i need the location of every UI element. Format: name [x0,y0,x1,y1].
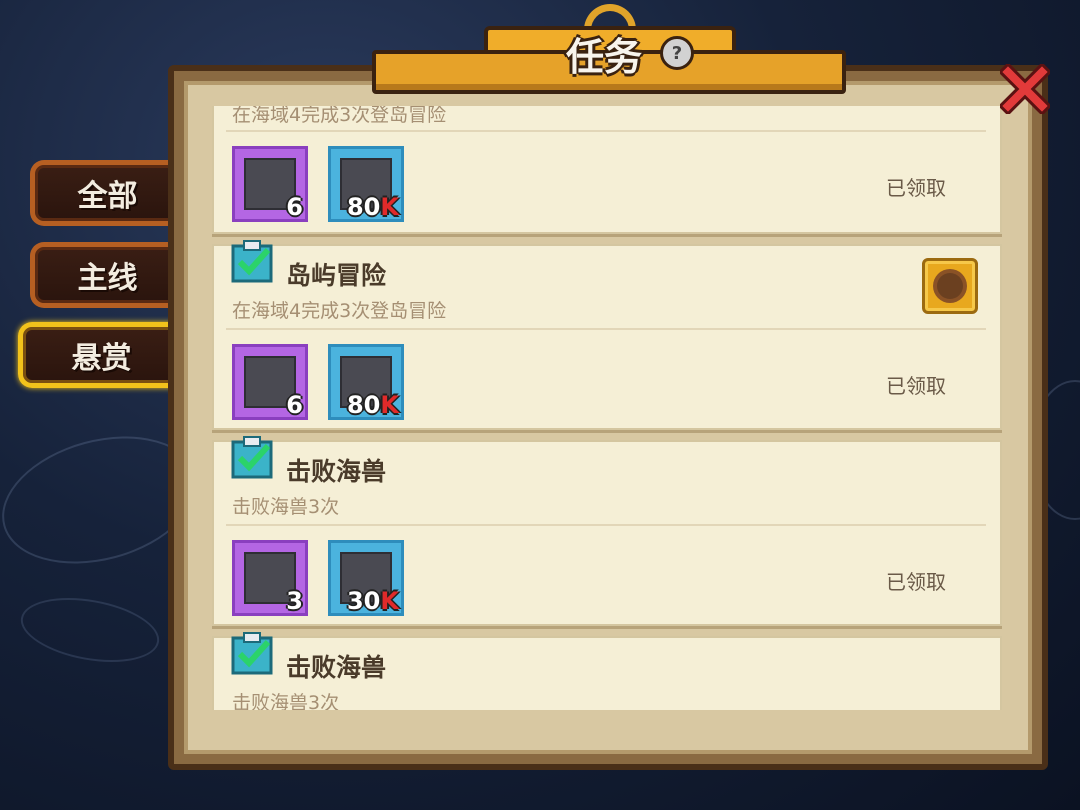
tab-main-story[interactable]: 主线 [30,242,180,308]
chest-emblem-icon [937,273,963,299]
quest-title: 击败海兽 [286,653,387,682]
close-icon[interactable] [1000,64,1050,114]
quest-card: 在海域4完成3次登岛冒险 6 80K 已领取 [212,106,1002,234]
tab-label: 主线 [77,261,138,296]
quest-card: 击败海兽 击败海兽3次 [212,632,1002,710]
card-divider [226,328,986,330]
reward-count: 80K [346,391,399,419]
wave-swirl [15,588,165,672]
quest-card: 击败海兽 击败海兽3次 3 30K 已领取 [212,436,1002,626]
tab-label: 悬赏 [71,341,132,376]
quest-card: 岛屿冒险 在海域4完成3次登岛冒险 6 80K 已领取 [212,240,1002,430]
quest-description: 击败海兽3次 [232,692,340,710]
reward-item[interactable]: 30K [328,540,404,616]
reward-count: 30K [346,587,399,615]
tab-bounty[interactable]: 悬赏 [18,322,180,388]
reward-item[interactable]: 80K [328,344,404,420]
tab-all[interactable]: 全部 [30,160,180,226]
claimed-status: 已领取 [886,570,946,594]
card-divider [226,524,986,526]
tab-label: 全部 [77,179,138,214]
reward-count: 3 [286,587,303,615]
claimed-status: 已领取 [886,176,946,200]
reward-count: 6 [286,193,303,221]
claimed-status: 已领取 [886,374,946,398]
page-title: 任务 [566,35,643,79]
help-icon[interactable]: ? [660,36,694,70]
quest-description: 在海域4完成3次登岛冒险 [232,300,447,322]
reward-count: 80K [346,193,399,221]
quest-description: 在海域4完成3次登岛冒险 [232,106,447,126]
reward-count: 6 [286,391,303,419]
reward-item[interactable]: 6 [232,146,308,222]
reward-item[interactable]: 3 [232,540,308,616]
reward-item[interactable]: 6 [232,344,308,420]
quest-check-icon [231,632,273,675]
quest-list[interactable]: 在海域4完成3次登岛冒险 6 80K 已领取 岛屿冒险 在海域4完成3次登岛冒险… [212,106,1004,710]
quest-title: 岛屿冒险 [286,261,387,290]
quest-check-icon [231,436,273,479]
quest-check-icon [231,240,273,283]
quest-description: 击败海兽3次 [232,496,340,518]
card-divider [226,130,986,132]
chest-button[interactable] [922,258,978,314]
quest-title: 击败海兽 [286,457,387,486]
reward-item[interactable]: 80K [328,146,404,222]
